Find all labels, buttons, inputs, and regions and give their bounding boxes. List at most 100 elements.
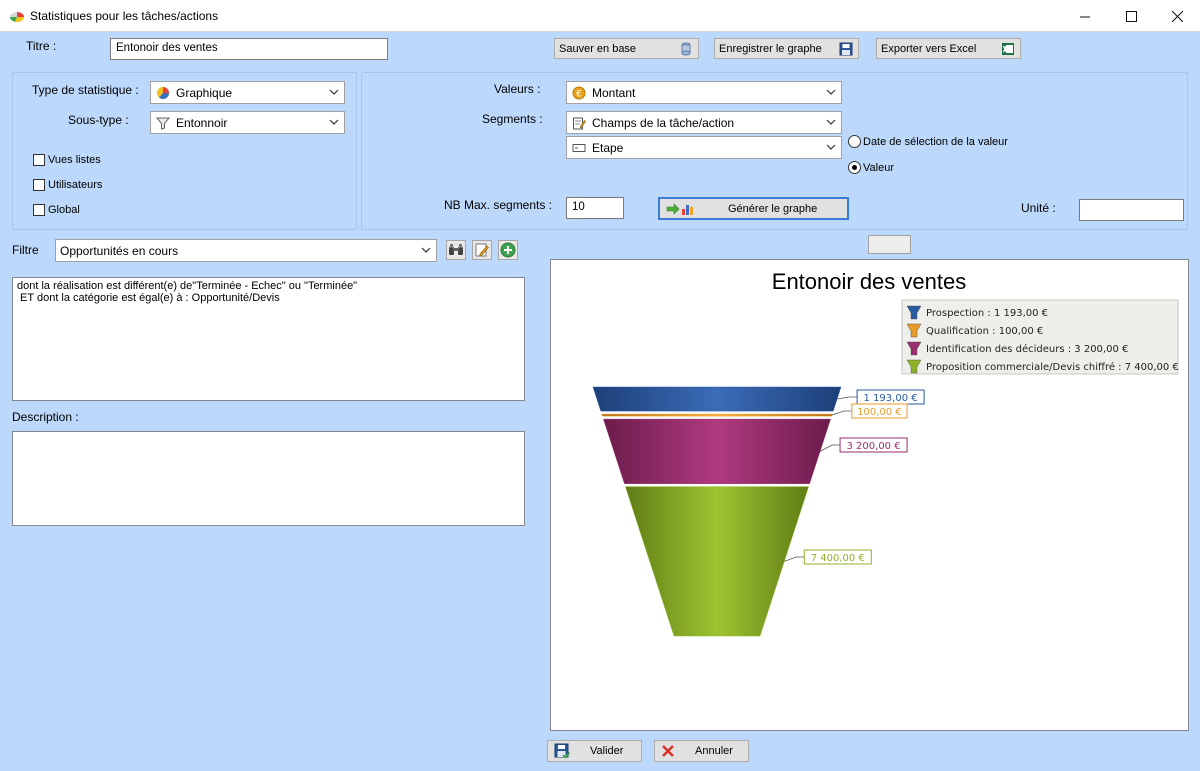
floppy-disk-icon	[838, 41, 854, 57]
annuler-label: Annuler	[695, 745, 733, 757]
checkbox-box[interactable]	[33, 204, 45, 216]
checkbox-label: Utilisateurs	[48, 179, 103, 191]
funnel-label-line	[819, 444, 841, 452]
maximize-icon	[1125, 10, 1137, 22]
maximize-button[interactable]	[1108, 0, 1154, 32]
export-excel-label: Exporter vers Excel	[881, 42, 977, 55]
funnel-segment	[592, 386, 842, 412]
legend-item: Identification des décideurs : 3 200,00 …	[926, 343, 1128, 355]
save-floppy-icon	[554, 743, 570, 759]
unite-input[interactable]	[1079, 199, 1184, 221]
save-db-label: Sauver en base	[559, 42, 637, 55]
radio-label: Date de sélection de la valeur	[863, 135, 1008, 148]
checkbox-box[interactable]	[33, 179, 45, 191]
subtype-label: Sous-type :	[68, 113, 129, 127]
funnel-chart: Entonoir des ventes 1 193,00 € 100,00 € 3 …	[592, 269, 1179, 637]
field-icon	[571, 140, 587, 156]
funnel-data-label: 3 200,00 €	[847, 441, 901, 452]
save-graph-button[interactable]: Enregistrer le graphe	[714, 38, 859, 59]
segments-select-1[interactable]: Champs de la tâche/action	[566, 111, 842, 134]
titre-label: Titre :	[26, 39, 57, 53]
chart-panel: Entonoir des ventes 1 193,00 € 100,00 € 3 …	[550, 259, 1189, 731]
funnel-label-line	[837, 396, 858, 400]
euro-coin-icon: €	[571, 85, 587, 101]
chevron-down-icon	[329, 89, 339, 95]
funnel-data-label: 7 400,00 €	[811, 553, 865, 564]
funnel-icon	[155, 115, 171, 131]
funnel-segment	[603, 418, 831, 484]
minimize-icon	[1079, 16, 1090, 17]
add-plus-icon	[500, 242, 516, 258]
radio-date-selection[interactable]: Date de sélection de la valeur	[848, 135, 1008, 148]
checkbox-box[interactable]	[33, 154, 45, 166]
radio-circle[interactable]	[848, 161, 861, 174]
save-graph-label: Enregistrer le graphe	[719, 42, 822, 55]
description-label: Description :	[12, 410, 79, 424]
filtre-select[interactable]: Opportunités en cours	[55, 239, 437, 262]
excel-icon	[1000, 41, 1016, 57]
legend-item: Prospection : 1 193,00 €	[926, 308, 1048, 319]
database-icon	[678, 41, 694, 57]
chart-legend: Prospection : 1 193,00 € Qualification : …	[901, 299, 1179, 375]
segments-select-2[interactable]: Etape	[566, 136, 842, 159]
unite-label: Unité :	[1021, 201, 1056, 215]
funnel-data-label: 100,00 €	[857, 407, 902, 418]
close-icon	[1171, 10, 1183, 22]
radio-circle[interactable]	[848, 135, 861, 148]
close-button[interactable]	[1154, 0, 1200, 32]
legend-item: Proposition commerciale/Devis chiffré : …	[926, 361, 1179, 373]
chevron-down-icon	[826, 89, 836, 95]
type-label: Type de statistique :	[32, 83, 139, 97]
filter-text-area[interactable]: dont la réalisation est différent(e) de"…	[12, 277, 525, 401]
checkbox-label: Vues listes	[48, 154, 101, 166]
valeurs-label: Valeurs :	[494, 82, 541, 96]
window-titlebar: Statistiques pour les tâches/actions	[0, 0, 1200, 32]
valider-label: Valider	[590, 745, 624, 757]
generate-graph-button[interactable]: Générer le graphe	[658, 197, 849, 220]
checkbox-label: Global	[48, 204, 80, 216]
segments-value-1: Champs de la tâche/action	[592, 115, 735, 130]
segments-value-2: Etape	[592, 140, 624, 155]
radio-label: Valeur	[863, 161, 894, 174]
legend-item: Qualification : 100,00 €	[926, 326, 1043, 337]
segments-label: Segments :	[482, 112, 543, 126]
search-filter-button[interactable]	[446, 240, 466, 260]
description-textarea[interactable]	[12, 431, 525, 526]
subtype-select[interactable]: Entonnoir	[150, 111, 345, 134]
minimize-button[interactable]	[1062, 0, 1108, 32]
chart-title: Entonoir des ventes	[772, 269, 966, 294]
type-select[interactable]: Graphique	[150, 81, 345, 104]
generate-chart-icon	[666, 202, 696, 216]
nbmax-label: NB Max. segments :	[444, 198, 553, 212]
chart-tool-button[interactable]	[868, 235, 911, 254]
checkbox-global[interactable]: Global	[33, 204, 80, 216]
valeurs-value: Montant	[592, 85, 636, 100]
add-filter-button[interactable]	[498, 240, 518, 260]
task-edit-icon	[571, 115, 587, 131]
titre-input[interactable]: Entonoir des ventes	[110, 38, 388, 60]
edit-pencil-icon	[475, 243, 489, 257]
valeurs-select[interactable]: € Montant	[566, 81, 842, 104]
funnel-segments: 1 193,00 € 100,00 € 3 200,00 € 7 400,00 €	[592, 386, 925, 637]
filtre-label: Filtre	[12, 243, 39, 257]
export-excel-button[interactable]: Exporter vers Excel	[876, 38, 1021, 59]
funnel-label-line	[784, 556, 805, 562]
radio-valeur[interactable]: Valeur	[848, 161, 894, 174]
funnel-label-line	[831, 410, 852, 416]
svg-text:€: €	[576, 89, 582, 99]
funnel-data-label: 1 193,00 €	[864, 393, 918, 404]
filter-text-line: ET dont la catégorie est égal(e) à : Opp…	[17, 292, 280, 304]
annuler-button[interactable]: Annuler	[654, 740, 749, 762]
app-pie-icon	[9, 12, 25, 23]
chevron-down-icon	[329, 119, 339, 125]
edit-filter-button[interactable]	[472, 240, 492, 260]
type-value: Graphique	[176, 85, 233, 100]
binoculars-icon	[449, 244, 463, 255]
nbmax-input[interactable]: 10	[566, 197, 624, 219]
save-db-button[interactable]: Sauver en base	[554, 38, 699, 59]
valider-button[interactable]: Valider	[547, 740, 642, 762]
chart-pie-icon	[155, 85, 171, 101]
checkbox-utilisateurs[interactable]: Utilisateurs	[33, 179, 102, 191]
checkbox-vues-listes[interactable]: Vues listes	[33, 154, 101, 166]
chevron-down-icon	[826, 144, 836, 150]
